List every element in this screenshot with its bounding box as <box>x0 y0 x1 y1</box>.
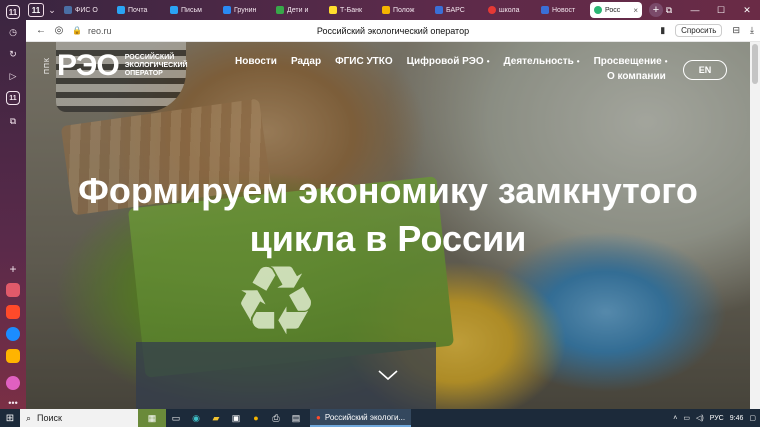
maximize-icon[interactable]: ☐ <box>708 0 734 20</box>
taskbar-search[interactable]: ⌕ Поиск <box>20 409 138 427</box>
extension-icon[interactable]: ⊟ <box>732 25 740 36</box>
nav-item-news[interactable]: Новости <box>235 56 277 67</box>
tab-count-badge[interactable]: 11 <box>6 5 20 19</box>
tab[interactable]: БАРС <box>431 2 483 18</box>
download-icon[interactable]: ⤓ <box>750 25 754 36</box>
task-view-icon[interactable]: ▭ <box>166 409 186 427</box>
more-icon[interactable]: ••• <box>6 396 20 410</box>
scrollbar[interactable] <box>750 42 760 409</box>
tab[interactable]: Почта <box>113 2 165 18</box>
alice-icon[interactable] <box>6 376 20 390</box>
lock-icon[interactable]: 🔒 <box>72 26 82 35</box>
yandex-browser-icon: ● <box>316 412 321 422</box>
logo-mark: РЭО <box>57 49 120 82</box>
window-controls: ⧉ — ☐ ✕ <box>656 0 760 20</box>
tab-counter[interactable]: 11 <box>28 3 44 17</box>
dropdown-dot-icon: • <box>576 57 580 66</box>
tab-active[interactable]: Росс × <box>590 2 642 18</box>
dropdown-dot-icon: • <box>664 57 668 66</box>
ask-button[interactable]: Спросить <box>675 24 723 37</box>
tab[interactable]: Дети и <box>272 2 324 18</box>
app-icon-1[interactable] <box>6 283 20 297</box>
tab[interactable]: Письм <box>166 2 218 18</box>
logo-ppk: ППК <box>44 57 51 75</box>
bookmark-icon[interactable]: ▮ <box>660 25 665 36</box>
hero-section: ♻ ППК РЭО Российский экологический опера… <box>26 42 750 409</box>
chrome-icon[interactable]: ● <box>246 409 266 427</box>
favicon-icon <box>382 6 390 14</box>
scrollbar-thumb[interactable] <box>752 44 758 84</box>
back-icon[interactable]: ← <box>32 25 50 36</box>
chevron-up-icon[interactable]: ˄ <box>673 415 677 422</box>
mail-icon <box>117 6 125 14</box>
recycle-icon: ♻ <box>232 248 320 355</box>
taskbar-active-app[interactable]: ● Российский экологи... <box>310 409 412 427</box>
mail-icon <box>223 6 231 14</box>
browser-sidebar: 11 ◷ ↻ ▷ 11 ⧉ + ••• <box>0 0 26 409</box>
language-button[interactable]: EN <box>683 60 727 80</box>
nav-item-activity[interactable]: Деятельность • <box>504 56 580 67</box>
address-bar: ← ◎ 🔒 reo.ru Российский экологический оп… <box>26 20 760 42</box>
tab[interactable]: Новост <box>537 2 589 18</box>
widget-icon[interactable]: ▦ <box>138 409 166 427</box>
history-icon[interactable]: ◷ <box>6 25 20 39</box>
nav-item-fgis[interactable]: ФГИС УТКО <box>335 56 393 67</box>
favicon-icon <box>541 6 549 14</box>
logo-subtitle: Российский экологический оператор <box>124 54 188 77</box>
main-nav: Новости Радар ФГИС УТКО Цифровой РЭО • Де… <box>235 56 668 67</box>
add-panel-icon[interactable]: + <box>6 262 20 276</box>
app-icon-3[interactable] <box>6 327 20 341</box>
tab[interactable]: Полож <box>378 2 430 18</box>
nav-item-about[interactable]: О компании <box>607 71 666 82</box>
mail-icon <box>170 6 178 14</box>
dropdown-dot-icon: • <box>486 57 490 66</box>
tab-strip: 11 ⌄ ФИС О Почта Письм Грунин Дети и Т-Б… <box>26 0 760 20</box>
nav-item-education[interactable]: Просвещение • <box>594 56 668 67</box>
collections-icon[interactable]: ⧉ <box>6 114 20 128</box>
chevron-down-icon[interactable]: ⌄ <box>44 5 60 16</box>
printer-icon[interactable]: ⎙ <box>266 409 286 427</box>
tab[interactable]: ФИС О <box>60 2 112 18</box>
keyboard-language[interactable]: РУС <box>710 415 724 422</box>
notification-icon[interactable]: ▢ <box>749 414 756 422</box>
url-field[interactable]: reo.ru <box>88 26 112 36</box>
tab[interactable]: Грунин <box>219 2 271 18</box>
store-icon[interactable]: ▣ <box>226 409 246 427</box>
counter-icon[interactable]: 11 <box>6 91 20 105</box>
favicon-icon <box>64 6 72 14</box>
app-icon[interactable]: ▤ <box>286 409 306 427</box>
minimize-icon[interactable]: — <box>682 0 708 20</box>
video-icon[interactable]: ▷ <box>6 69 20 83</box>
yandex-icon <box>488 6 496 14</box>
search-icon: ⌕ <box>26 412 32 423</box>
windows-start-icon[interactable]: ⊞ <box>0 413 20 424</box>
tbank-icon <box>329 6 337 14</box>
taskbar: ⊞ ⌕ Поиск ▦ ▭ ◉ ▰ ▣ ● ⎙ ▤ ● Российский э… <box>0 409 760 427</box>
tab[interactable]: школа <box>484 2 536 18</box>
volume-icon[interactable]: ◁) <box>696 414 704 422</box>
explorer-icon[interactable]: ▰ <box>206 409 226 427</box>
favicon-icon <box>435 6 443 14</box>
reader-icon[interactable]: ◎ <box>50 25 68 36</box>
close-window-icon[interactable]: ✕ <box>734 0 760 20</box>
nav-item-radar[interactable]: Радар <box>291 56 321 67</box>
favicon-icon <box>276 6 284 14</box>
bookmarks-icon[interactable]: ↻ <box>6 47 20 61</box>
scroll-down-icon[interactable] <box>377 368 399 382</box>
ask-label: Спросить <box>681 26 717 35</box>
hero-title: Формируем экономику замкнутого цикла в Р… <box>78 170 698 259</box>
window-switch-icon[interactable]: ⧉ <box>656 0 682 20</box>
clock[interactable]: 9:46 <box>730 415 744 422</box>
close-icon[interactable]: × <box>633 6 638 15</box>
site-logo[interactable]: ППК РЭО Российский экологический операто… <box>44 49 203 82</box>
favicon-icon <box>594 6 602 14</box>
app-icon-4[interactable] <box>6 349 20 363</box>
app-icon-2[interactable] <box>6 305 20 319</box>
tab[interactable]: Т-Банк <box>325 2 377 18</box>
edge-icon[interactable]: ◉ <box>186 409 206 427</box>
network-icon[interactable]: ▭ <box>683 414 690 422</box>
page-title: Российский экологический оператор <box>316 25 470 36</box>
nav-item-digital[interactable]: Цифровой РЭО • <box>407 56 490 67</box>
system-tray: ˄ ▭ ◁) РУС 9:46 ▢ <box>673 409 756 427</box>
